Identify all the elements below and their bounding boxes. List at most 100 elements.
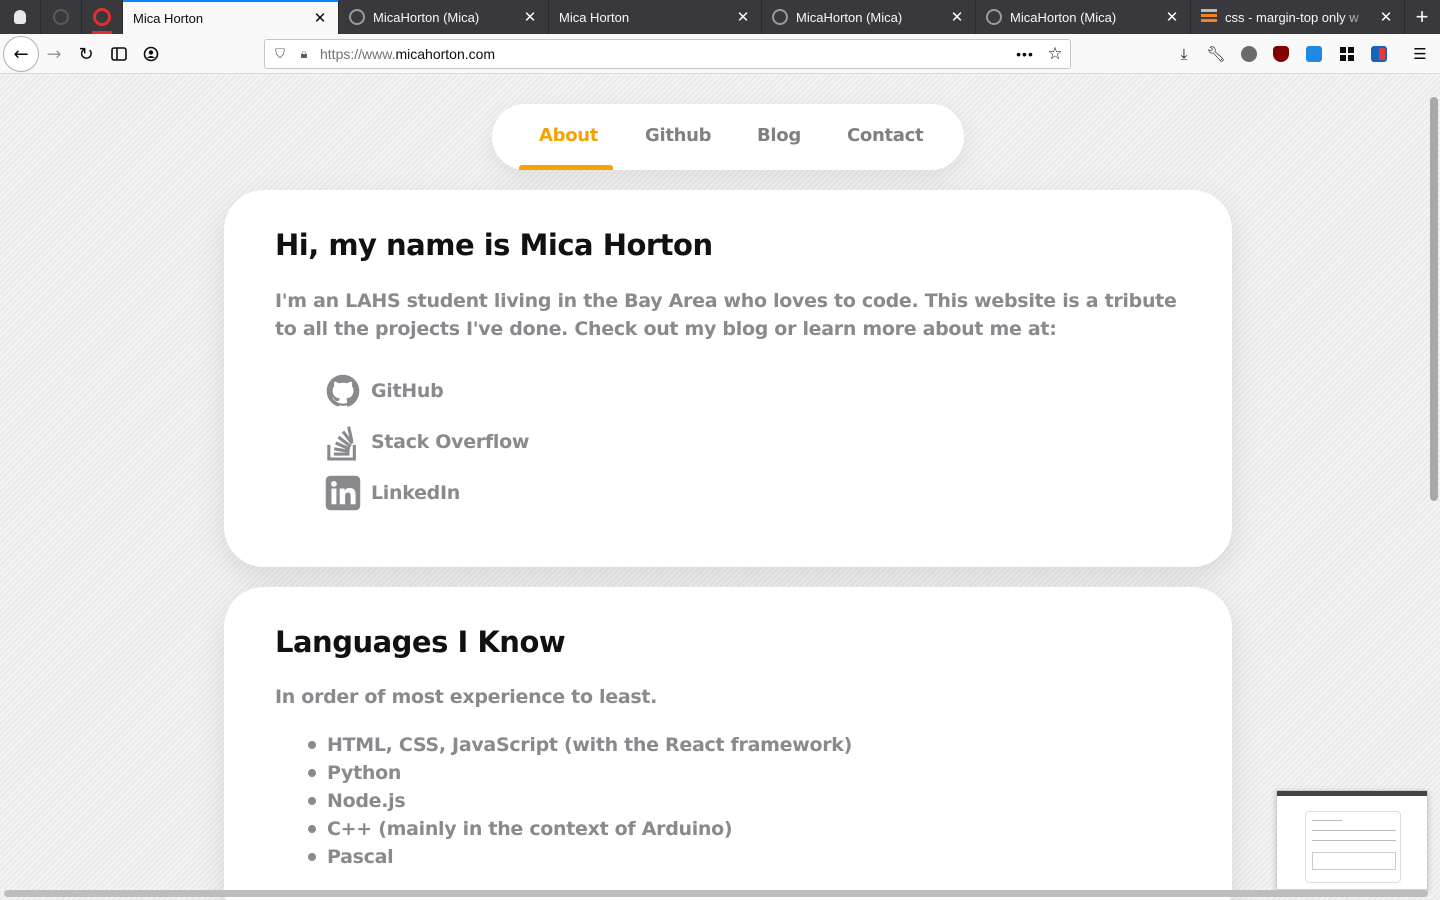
github-icon bbox=[772, 9, 788, 25]
pinned-tab-opera[interactable] bbox=[82, 0, 123, 34]
github-link[interactable]: GitHub bbox=[325, 365, 529, 416]
extension-icon bbox=[1241, 46, 1257, 62]
close-tab-icon[interactable]: ✕ bbox=[522, 8, 538, 26]
list-item: HTML, CSS, JavaScript (with the React fr… bbox=[306, 731, 852, 759]
arrow-left-icon: ← bbox=[13, 43, 29, 65]
new-tab-button[interactable]: + bbox=[1405, 0, 1439, 34]
tab-title: MicaHorton (Mica) bbox=[796, 9, 903, 25]
extension-button-1[interactable] bbox=[1239, 44, 1259, 64]
downloads-button[interactable]: ⤓ bbox=[1174, 44, 1194, 64]
language-label: C++ (mainly in the context of Arduino) bbox=[327, 818, 733, 840]
profile-links: GitHub Stack Overflow LinkedIn bbox=[325, 365, 529, 518]
stackoverflow-link[interactable]: Stack Overflow bbox=[325, 416, 529, 467]
github-icon bbox=[986, 9, 1002, 25]
thumbnail-line bbox=[1312, 840, 1396, 841]
close-tab-icon[interactable]: ✕ bbox=[735, 8, 751, 26]
list-item: C++ (mainly in the context of Arduino) bbox=[306, 815, 852, 843]
close-tab-icon[interactable]: ✕ bbox=[312, 9, 328, 27]
thumbnail-line bbox=[1312, 830, 1396, 831]
sidebar-button[interactable] bbox=[103, 38, 135, 70]
pinned-tab-privacy[interactable] bbox=[0, 0, 41, 34]
reload-icon: ↻ bbox=[78, 43, 94, 65]
back-button[interactable]: ← bbox=[3, 36, 39, 72]
thumbnail-line bbox=[1312, 820, 1342, 821]
ublock-icon bbox=[1273, 46, 1289, 62]
stackoverflow-link-label: Stack Overflow bbox=[371, 430, 530, 453]
tab-github-profile[interactable]: MicaHorton (Mica) ✕ bbox=[339, 0, 549, 34]
languages-card: Languages I Know In order of most experi… bbox=[224, 587, 1232, 900]
arrow-right-icon: → bbox=[46, 43, 62, 65]
page-actions-button[interactable]: ••• bbox=[1010, 46, 1040, 62]
linkedin-icon bbox=[325, 475, 361, 511]
tab-title: Mica Horton bbox=[559, 9, 630, 25]
about-heading: Hi, my name is Mica Horton bbox=[275, 228, 713, 262]
bullet bbox=[308, 769, 316, 777]
list-item: Node.js bbox=[306, 787, 852, 815]
navigation-toolbar: ← → ↻ ⛉ 🔒︎ https://www.micahorton.com ••… bbox=[0, 34, 1440, 74]
lock-badge-icon bbox=[14, 10, 26, 24]
tab-title: MicaHorton (Mica) bbox=[373, 9, 480, 25]
tab-title: Mica Horton bbox=[133, 10, 204, 26]
stackoverflow-icon bbox=[1201, 9, 1217, 25]
linkedin-link-label: LinkedIn bbox=[371, 481, 460, 504]
download-icon: ⤓ bbox=[1180, 45, 1188, 63]
close-tab-icon[interactable]: ✕ bbox=[949, 8, 965, 26]
bullet bbox=[308, 853, 316, 861]
reload-button[interactable]: ↻ bbox=[70, 38, 102, 70]
vertical-scrollbar[interactable] bbox=[1430, 97, 1438, 501]
bullet bbox=[308, 825, 316, 833]
linkedin-link[interactable]: LinkedIn bbox=[325, 467, 529, 518]
about-card: Hi, my name is Mica Horton I'm an LAHS s… bbox=[224, 190, 1232, 567]
extension-button-3[interactable] bbox=[1337, 44, 1357, 64]
tab-title: css - margin-top only w bbox=[1225, 9, 1359, 25]
horizontal-scrollbar[interactable] bbox=[4, 890, 1428, 897]
tracking-protection-icon[interactable]: ⛉ bbox=[268, 46, 292, 62]
tab-stackoverflow[interactable]: css - margin-top only w ✕ bbox=[1191, 0, 1405, 34]
lock-icon[interactable]: 🔒︎ bbox=[292, 46, 316, 62]
thumbnail-toolbar bbox=[1277, 791, 1427, 796]
devtools-button[interactable]: 🔧︎ bbox=[1206, 44, 1226, 64]
nav-about[interactable]: About bbox=[539, 125, 598, 146]
tab-github-profile-3[interactable]: MicaHorton (Mica) ✕ bbox=[976, 0, 1191, 34]
bullet bbox=[308, 741, 316, 749]
tab-github-profile-2[interactable]: MicaHorton (Mica) ✕ bbox=[762, 0, 976, 34]
tab-mica-horton[interactable]: Mica Horton ✕ bbox=[123, 0, 339, 34]
ublock-button[interactable] bbox=[1271, 44, 1291, 64]
thumbnail-textarea bbox=[1312, 852, 1396, 870]
close-tab-icon[interactable]: ✕ bbox=[1164, 8, 1180, 26]
tab-mica-horton-2[interactable]: Mica Horton ✕ bbox=[549, 0, 762, 34]
sidebar-icon bbox=[111, 47, 127, 61]
wrench-icon: 🔧︎ bbox=[1206, 45, 1226, 63]
site-nav: About Github Blog Contact bbox=[492, 104, 964, 170]
extension-button-4[interactable] bbox=[1369, 44, 1389, 64]
stackoverflow-icon bbox=[325, 424, 361, 461]
menu-button[interactable]: ☰ bbox=[1410, 44, 1430, 64]
language-label: HTML, CSS, JavaScript (with the React fr… bbox=[327, 734, 852, 756]
extension-button-2[interactable] bbox=[1304, 44, 1324, 64]
thumbnail-form bbox=[1305, 811, 1401, 883]
github-icon bbox=[53, 9, 69, 25]
tab-title: MicaHorton (Mica) bbox=[1010, 9, 1117, 25]
url-text[interactable]: https://www.micahorton.com bbox=[320, 46, 1010, 62]
extension-icon bbox=[1306, 46, 1322, 62]
pinned-tab-github[interactable] bbox=[41, 0, 82, 34]
forward-button[interactable]: → bbox=[38, 38, 70, 70]
nav-contact[interactable]: Contact bbox=[847, 125, 924, 146]
hamburger-menu-icon: ☰ bbox=[1413, 45, 1427, 63]
languages-list: HTML, CSS, JavaScript (with the React fr… bbox=[306, 731, 852, 871]
bullet bbox=[308, 797, 316, 805]
picture-in-picture-thumbnail[interactable] bbox=[1276, 790, 1428, 890]
url-protocol: https://www. bbox=[320, 46, 396, 62]
list-item: Python bbox=[306, 759, 852, 787]
nav-github[interactable]: Github bbox=[645, 125, 712, 146]
nav-blog[interactable]: Blog bbox=[757, 125, 801, 146]
address-bar[interactable]: ⛉ 🔒︎ https://www.micahorton.com ••• ☆ bbox=[264, 39, 1071, 69]
page-viewport: About Github Blog Contact Hi, my name is… bbox=[0, 75, 1440, 900]
bookmark-star-icon[interactable]: ☆ bbox=[1040, 44, 1070, 64]
url-host: micahorton.com bbox=[395, 46, 496, 62]
tab-bar: Mica Horton ✕ MicaHorton (Mica) ✕ Mica H… bbox=[0, 0, 1440, 34]
close-tab-icon[interactable]: ✕ bbox=[1378, 8, 1394, 26]
about-intro: I'm an LAHS student living in the Bay Ar… bbox=[275, 290, 1177, 340]
account-button[interactable] bbox=[135, 38, 167, 70]
github-icon bbox=[349, 9, 365, 25]
